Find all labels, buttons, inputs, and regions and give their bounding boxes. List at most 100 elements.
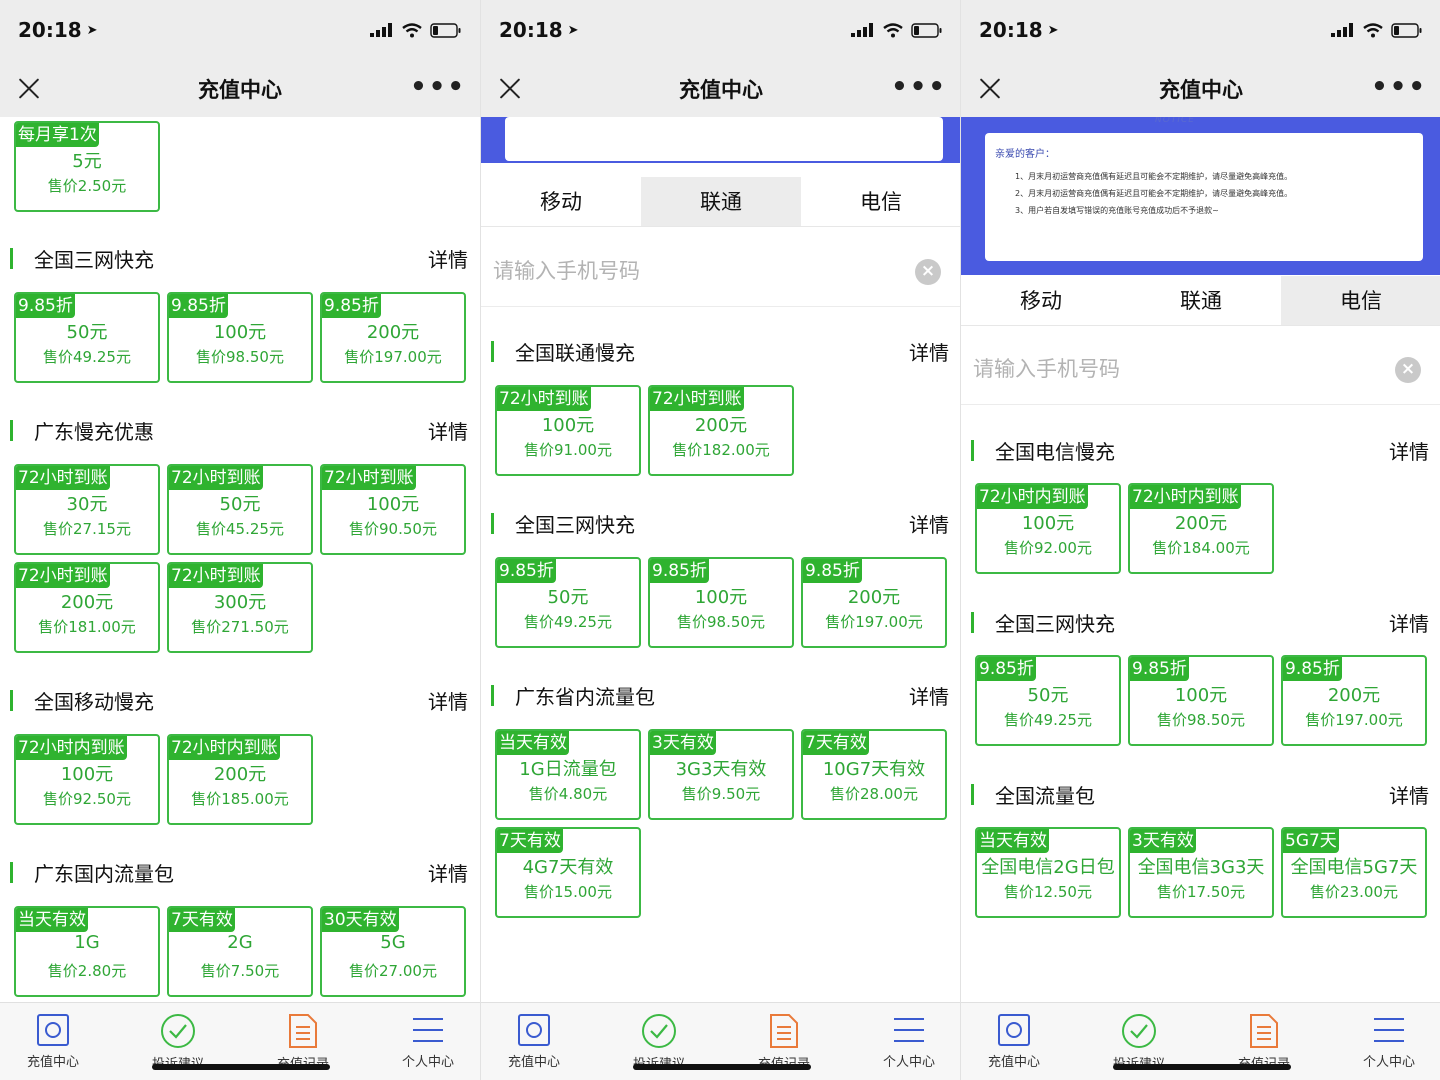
section-accent-bar xyxy=(491,513,494,534)
card-amount: 全国电信2G日包 xyxy=(981,857,1115,878)
section-detail-link[interactable]: 详情 xyxy=(428,686,468,715)
card-amount: 50元 xyxy=(219,494,261,515)
product-card[interactable]: 9.85折 200元 售价197.00元 xyxy=(801,557,947,648)
section-detail-link[interactable]: 详情 xyxy=(1389,436,1429,465)
notice-banner xyxy=(481,117,960,163)
card-price: 售价92.50元 xyxy=(43,790,131,808)
product-card[interactable]: 72小时到账 200元 售价182.00元 xyxy=(648,385,794,476)
product-card[interactable]: 当天有效 1G 售价2.80元 xyxy=(14,906,160,997)
card-price: 售价23.00元 xyxy=(1310,883,1398,901)
product-card[interactable]: 9.85折 50元 售价49.25元 xyxy=(495,557,641,648)
phone-number-input[interactable] xyxy=(973,353,1373,385)
section-header: 全国三网快充 详情 xyxy=(0,242,480,274)
home-indicator xyxy=(152,1064,330,1070)
product-card[interactable]: 3天有效 3G3天有效 售价9.50元 xyxy=(648,729,794,820)
product-card[interactable]: 72小时到账 200元 售价181.00元 xyxy=(14,562,160,653)
card-price: 售价197.00元 xyxy=(344,348,442,366)
section-detail-link[interactable]: 详情 xyxy=(1389,780,1429,809)
clear-icon[interactable]: × xyxy=(915,259,941,285)
card-amount: 100元 xyxy=(1021,513,1075,534)
card-price: 售价182.00元 xyxy=(672,441,770,459)
card-badge: 72小时内到账 xyxy=(16,736,127,760)
product-card[interactable]: 72小时内到账 200元 售价185.00元 xyxy=(167,734,313,825)
section-accent-bar xyxy=(491,685,494,706)
phone-input-row: × xyxy=(961,333,1440,405)
product-card[interactable]: 9.85折 100元 售价98.50元 xyxy=(648,557,794,648)
product-card[interactable]: 5G7天 全国电信5G7天 售价23.00元 xyxy=(1281,827,1427,918)
product-card[interactable]: 30天有效 5G 售价27.00元 xyxy=(320,906,466,997)
tab-unicom[interactable]: 联通 xyxy=(641,177,801,226)
card-badge: 7天有效 xyxy=(169,908,235,932)
product-card[interactable]: 72小时内到账 100元 售价92.00元 xyxy=(975,483,1121,574)
product-card[interactable]: 9.85折 50元 售价49.25元 xyxy=(14,292,160,383)
tab-personal-center[interactable]: 个人中心 xyxy=(859,1013,959,1073)
product-card[interactable]: 7天有效 2G 售价7.50元 xyxy=(167,906,313,997)
notice-banner: NOTICE 亲爱的客户： 1、月末月初运营商充值偶有延迟且可能会不定期维护，请… xyxy=(961,117,1440,275)
section-detail-link[interactable]: 详情 xyxy=(909,681,949,710)
product-card[interactable]: 当天有效 1G日流量包 售价4.80元 xyxy=(495,729,641,820)
tab-recharge-center[interactable]: 充值中心 xyxy=(964,1013,1064,1073)
product-card[interactable]: 7天有效 10G7天有效 售价28.00元 xyxy=(801,729,947,820)
section-header: 全国三网快充 详情 xyxy=(961,606,1440,638)
product-card[interactable]: 9.85折 200元 售价197.00元 xyxy=(320,292,466,383)
card-badge: 72小时内到账 xyxy=(169,736,280,760)
card-badge: 3天有效 xyxy=(1130,829,1196,853)
scroll-content[interactable]: 每月享1次 5元 售价2.50元 全国三网快充 详情 9.85折 50元 售价4… xyxy=(0,117,480,1002)
tab-unicom[interactable]: 联通 xyxy=(1121,276,1281,325)
product-card[interactable]: 72小时内到账 100元 售价92.50元 xyxy=(14,734,160,825)
tab-personal-center[interactable]: 个人中心 xyxy=(1339,1013,1439,1073)
section-detail-link[interactable]: 详情 xyxy=(428,858,468,887)
section-detail-link[interactable]: 详情 xyxy=(1389,608,1429,637)
section-title: 全国三网快充 xyxy=(995,612,1115,636)
status-bar: 20:18 ➤ xyxy=(0,0,480,60)
card-badge: 9.85折 xyxy=(1283,657,1342,681)
tab-mobile[interactable]: 移动 xyxy=(961,276,1121,325)
card-price: 售价91.00元 xyxy=(524,441,612,459)
card-amount: 30元 xyxy=(66,494,108,515)
clear-icon[interactable]: × xyxy=(1395,357,1421,383)
section-detail-link[interactable]: 详情 xyxy=(428,416,468,445)
menu-icon xyxy=(1374,1018,1404,1042)
section-header: 全国三网快充 详情 xyxy=(481,507,960,539)
scroll-content[interactable]: NOTICE 亲爱的客户： 1、月末月初运营商充值偶有延迟且可能会不定期维护，请… xyxy=(961,117,1440,1002)
product-card[interactable]: 72小时内到账 200元 售价184.00元 xyxy=(1128,483,1274,574)
product-card[interactable]: 当天有效 全国电信2G日包 售价12.50元 xyxy=(975,827,1121,918)
product-card[interactable]: 每月享1次 5元 售价2.50元 xyxy=(14,121,160,212)
card-price: 售价49.25元 xyxy=(524,613,612,631)
section-accent-bar xyxy=(10,690,13,711)
product-card[interactable]: 9.85折 200元 售价197.00元 xyxy=(1281,655,1427,746)
more-icon[interactable]: ••• xyxy=(1371,74,1427,100)
section-accent-bar xyxy=(971,440,974,461)
card-amount: 全国电信5G7天 xyxy=(1290,857,1418,878)
section-detail-link[interactable]: 详情 xyxy=(909,509,949,538)
product-card[interactable]: 72小时到账 100元 售价90.50元 xyxy=(320,464,466,555)
product-card[interactable]: 72小时到账 50元 售价45.25元 xyxy=(167,464,313,555)
location-arrow-icon: ➤ xyxy=(86,22,98,38)
product-card[interactable]: 7天有效 4G7天有效 售价15.00元 xyxy=(495,827,641,918)
notice-card: 亲爱的客户： 1、月末月初运营商充值偶有延迟且可能会不定期维护，请尽量避免高峰充… xyxy=(985,133,1423,261)
more-icon[interactable]: ••• xyxy=(891,74,947,100)
tab-telecom[interactable]: 电信 xyxy=(801,177,960,226)
tab-telecom[interactable]: 电信 xyxy=(1281,276,1440,325)
card-amount: 100元 xyxy=(694,587,748,608)
more-icon[interactable]: ••• xyxy=(410,74,466,100)
card-price: 售价98.50元 xyxy=(677,613,765,631)
card-badge: 7天有效 xyxy=(497,829,563,853)
section-header: 广东慢充优惠 详情 xyxy=(0,414,480,446)
phone-number-input[interactable] xyxy=(493,255,893,287)
tab-recharge-center[interactable]: 充值中心 xyxy=(3,1013,103,1073)
section-detail-link[interactable]: 详情 xyxy=(909,337,949,366)
product-card[interactable]: 72小时到账 30元 售价27.15元 xyxy=(14,464,160,555)
product-card[interactable]: 72小时到账 300元 售价271.50元 xyxy=(167,562,313,653)
tab-personal-center[interactable]: 个人中心 xyxy=(378,1013,478,1073)
tab-recharge-center[interactable]: 充值中心 xyxy=(484,1013,584,1073)
tab-mobile[interactable]: 移动 xyxy=(481,177,641,226)
product-card[interactable]: 3天有效 全国电信3G3天 售价17.50元 xyxy=(1128,827,1274,918)
section-detail-link[interactable]: 详情 xyxy=(428,244,468,273)
product-card[interactable]: 9.85折 100元 售价98.50元 xyxy=(1128,655,1274,746)
product-card[interactable]: 9.85折 100元 售价98.50元 xyxy=(167,292,313,383)
nav-bar: 充值中心 ••• xyxy=(961,60,1440,117)
scroll-content[interactable]: 移动 联通 电信 × 全国联通慢充 详情 72小时到账 100元 售价91.00… xyxy=(481,117,960,1002)
product-card[interactable]: 72小时到账 100元 售价91.00元 xyxy=(495,385,641,476)
product-card[interactable]: 9.85折 50元 售价49.25元 xyxy=(975,655,1121,746)
